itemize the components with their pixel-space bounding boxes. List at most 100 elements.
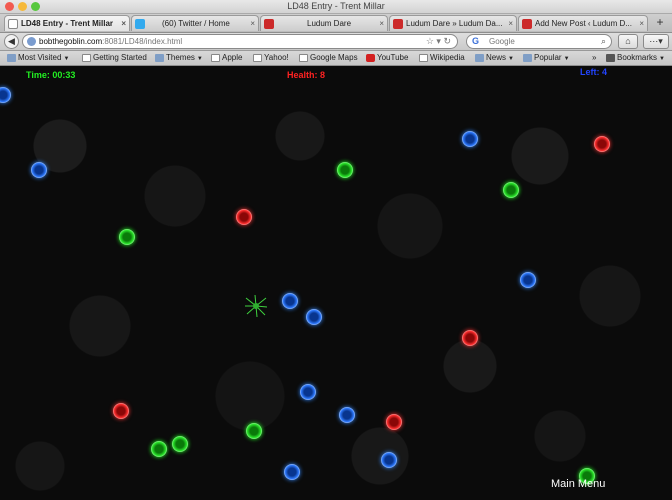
- page-icon: [419, 54, 428, 62]
- close-icon[interactable]: ×: [508, 16, 513, 31]
- bookmark-label: Wikipedia: [430, 53, 465, 62]
- green-ball: [246, 423, 262, 439]
- health-counter: Health: 8: [287, 70, 326, 80]
- blue-ball: [520, 272, 536, 288]
- blue-ball: [339, 407, 355, 423]
- page-icon: [82, 54, 91, 62]
- player-spider-icon[interactable]: [243, 294, 269, 318]
- window-titlebar: LD48 Entry - Trent Millar: [0, 0, 672, 14]
- bookmark-label: Getting Started: [93, 53, 147, 62]
- bookmark-most-visited[interactable]: Most Visited ▼: [7, 51, 69, 66]
- game-canvas[interactable]: Time: 00:33 Health: 8 Left: 4 Main Menu: [0, 66, 672, 500]
- bookmark-wikipedia[interactable]: Wikipedia: [419, 51, 465, 65]
- tab-twitter[interactable]: (60) Twitter / Home ×: [131, 15, 259, 31]
- main-menu-button[interactable]: Main Menu: [551, 478, 605, 490]
- window-title: LD48 Entry - Trent Millar: [287, 1, 385, 11]
- blue-ball: [0, 87, 11, 103]
- tab-label: LD48 Entry - Trent Millar: [21, 19, 114, 28]
- close-icon[interactable]: ×: [379, 16, 384, 31]
- tab-label: (60) Twitter / Home: [162, 19, 230, 28]
- bookmark-star-icon[interactable]: ☆ ▾ ↻: [426, 35, 451, 48]
- bookmark-label: Popular: [534, 53, 562, 62]
- bookmark-google-maps[interactable]: Google Maps: [299, 51, 358, 65]
- url-path: :8081/LD48/index.html: [102, 37, 183, 46]
- bookmark-apple[interactable]: Apple: [211, 51, 242, 65]
- green-ball: [337, 162, 353, 178]
- youtube-icon: [366, 54, 375, 62]
- close-icon[interactable]: ×: [639, 16, 644, 31]
- red-ball: [594, 136, 610, 152]
- chevron-down-icon: ▼: [563, 56, 570, 62]
- bookmark-label: Themes: [166, 53, 195, 62]
- tab-ld48-entry[interactable]: LD48 Entry - Trent Millar ×: [4, 15, 130, 31]
- bookmark-themes[interactable]: Themes ▼: [155, 51, 203, 66]
- red-ball: [236, 209, 252, 225]
- chevron-down-icon: ▼: [196, 56, 203, 62]
- twitter-icon: [135, 19, 145, 29]
- page-icon: [299, 54, 308, 62]
- home-button[interactable]: ⌂: [618, 34, 638, 49]
- bookmark-label: Yahoo!: [264, 53, 289, 62]
- ludum-dare-icon: [393, 19, 403, 29]
- bookmark-label: Google Maps: [310, 53, 358, 62]
- blue-ball: [381, 452, 397, 468]
- tab-label: Ludum Dare » Ludum Da...: [406, 19, 503, 28]
- blue-ball: [31, 162, 47, 178]
- time-counter: Time: 00:33: [26, 70, 76, 80]
- tab-ludum-dare-post[interactable]: Ludum Dare » Ludum Da... ×: [389, 15, 517, 31]
- url-host: bobthegoblin.com: [39, 37, 103, 46]
- close-icon[interactable]: ×: [121, 16, 126, 31]
- page-icon: [211, 54, 220, 62]
- bookmark-label: Most Visited: [18, 53, 62, 62]
- ludum-dare-icon: [522, 19, 532, 29]
- zoom-window-button[interactable]: [31, 2, 40, 11]
- folder-icon: [523, 54, 532, 62]
- red-ball: [386, 414, 402, 430]
- blue-ball: [282, 293, 298, 309]
- folder-icon: [155, 54, 164, 62]
- blue-ball: [306, 309, 322, 325]
- tab-label: Ludum Dare: [307, 19, 352, 28]
- tab-bar: LD48 Entry - Trent Millar × (60) Twitter…: [0, 14, 672, 33]
- chevron-down-icon: ▼: [508, 56, 514, 62]
- bookmark-label: YouTube: [377, 53, 409, 62]
- back-button[interactable]: ◀: [4, 34, 19, 49]
- close-window-button[interactable]: [5, 2, 14, 11]
- tab-ludum-dare[interactable]: Ludum Dare ×: [260, 15, 388, 31]
- bookmarks-overflow[interactable]: »: [592, 51, 596, 65]
- bookmark-label: Apple: [222, 53, 243, 62]
- ludum-dare-icon: [264, 19, 274, 29]
- page-icon: [253, 54, 262, 62]
- bookmarks-menu[interactable]: Bookmarks ▼: [606, 51, 665, 66]
- url-field[interactable]: bobthegoblin.com:8081/LD48/index.html ☆ …: [22, 34, 458, 49]
- search-placeholder: Google: [489, 37, 515, 46]
- close-icon[interactable]: ×: [250, 16, 255, 31]
- chevron-down-icon: ▼: [63, 56, 70, 62]
- bookmarks-bar: Most Visited ▼ Getting Started Themes ▼ Ap…: [0, 51, 672, 66]
- bookmark-popular[interactable]: Popular ▼: [523, 51, 570, 66]
- bookmark-yahoo[interactable]: Yahoo!: [253, 51, 289, 65]
- menu-button[interactable]: ⋯▾: [643, 34, 669, 49]
- new-tab-button[interactable]: +: [652, 16, 668, 30]
- tab-add-new-post[interactable]: Add New Post ‹ Ludum D... ×: [518, 15, 648, 31]
- minimize-window-button[interactable]: [18, 2, 27, 11]
- bookmark-youtube[interactable]: YouTube: [366, 51, 408, 65]
- left-counter: Left: 4: [580, 67, 607, 77]
- folder-icon: [7, 54, 16, 62]
- bookmarks-icon: [606, 54, 615, 62]
- globe-icon: [27, 37, 36, 46]
- bookmark-news[interactable]: News ▼: [475, 51, 514, 66]
- blue-ball: [462, 131, 478, 147]
- tab-label: Add New Post ‹ Ludum D...: [535, 19, 632, 28]
- blue-ball: [300, 384, 316, 400]
- green-ball: [151, 441, 167, 457]
- chevron-down-icon: ▼: [659, 56, 665, 62]
- bookmark-label: Bookmarks: [617, 53, 658, 62]
- search-input[interactable]: G Google ⌕: [466, 34, 612, 49]
- search-icon[interactable]: ⌕: [601, 35, 606, 48]
- folder-icon: [475, 54, 484, 62]
- page-icon: [8, 19, 18, 29]
- navigation-bar: ◀ bobthegoblin.com:8081/LD48/index.html …: [0, 33, 672, 51]
- bookmark-getting-started[interactable]: Getting Started: [82, 51, 147, 65]
- green-ball: [119, 229, 135, 245]
